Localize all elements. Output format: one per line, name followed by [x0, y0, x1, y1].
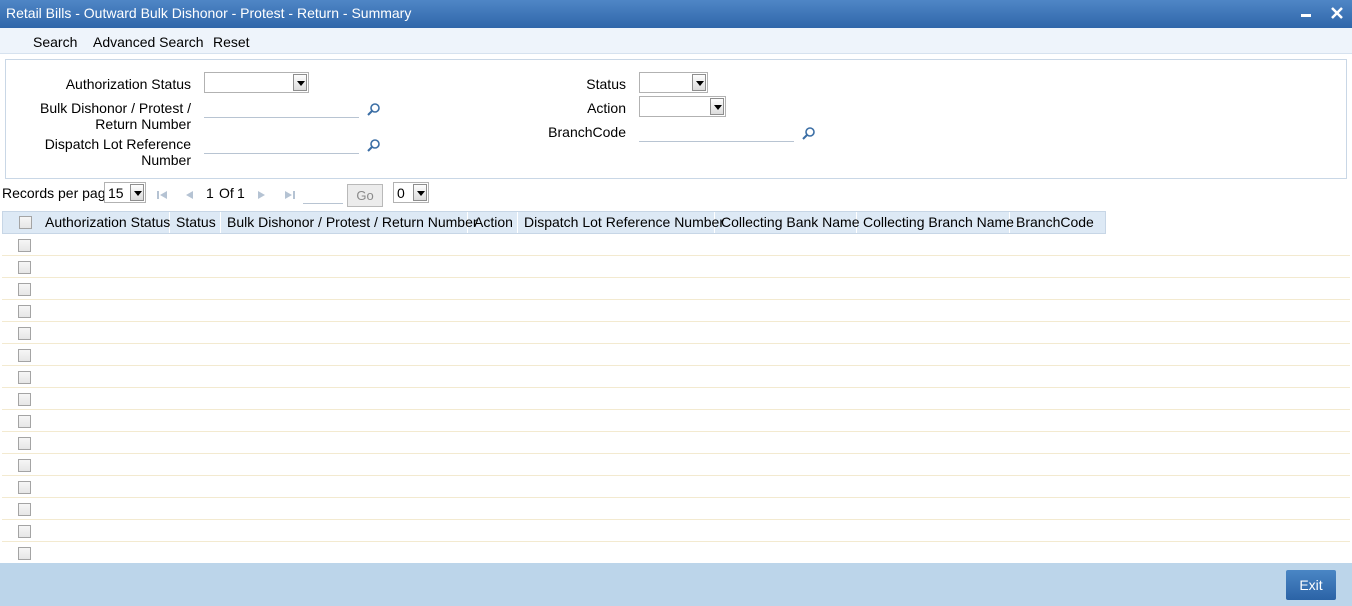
- row-checkbox[interactable]: [18, 371, 31, 384]
- search-lens-icon[interactable]: [367, 138, 381, 152]
- total-pages: 1: [237, 185, 245, 201]
- column-header-collecting-branch[interactable]: Collecting Branch Name: [857, 212, 1014, 233]
- column-header-collecting-bank[interactable]: Collecting Bank Name: [715, 212, 860, 233]
- bulk-number-label: Bulk Dishonor / Protest / Return Number: [40, 100, 191, 132]
- page-jump-select[interactable]: 0: [393, 182, 429, 203]
- results-table-header: Authorization Status Status Bulk Dishono…: [2, 211, 1106, 234]
- branch-code-input[interactable]: [639, 122, 794, 142]
- row-checkbox[interactable]: [18, 481, 31, 494]
- row-checkbox[interactable]: [18, 327, 31, 340]
- last-page-icon[interactable]: [284, 189, 296, 201]
- row-checkbox[interactable]: [18, 415, 31, 428]
- next-page-icon[interactable]: [256, 189, 268, 201]
- table-row[interactable]: [2, 542, 1350, 564]
- records-per-page-select[interactable]: 15: [104, 182, 146, 203]
- table-row[interactable]: [2, 432, 1350, 454]
- minimize-icon: [1301, 14, 1311, 17]
- row-checkbox[interactable]: [18, 239, 31, 252]
- search-menu-item[interactable]: Search: [33, 34, 77, 50]
- row-checkbox[interactable]: [18, 525, 31, 538]
- advanced-search-menu-item[interactable]: Advanced Search: [93, 34, 204, 50]
- column-header-authorization-status[interactable]: Authorization Status: [39, 212, 170, 233]
- chevron-down-icon: [130, 184, 144, 201]
- table-row[interactable]: [2, 410, 1350, 432]
- table-row[interactable]: [2, 498, 1350, 520]
- row-checkbox[interactable]: [18, 393, 31, 406]
- page-number-input[interactable]: [303, 184, 343, 204]
- dispatch-lot-input[interactable]: [204, 134, 359, 154]
- records-per-page-label: Records per page: [2, 185, 114, 201]
- row-checkbox[interactable]: [18, 459, 31, 472]
- status-select[interactable]: [639, 72, 708, 93]
- window-title: Retail Bills - Outward Bulk Dishonor - P…: [6, 5, 412, 21]
- table-row[interactable]: [2, 344, 1350, 366]
- table-row[interactable]: [2, 454, 1350, 476]
- table-row[interactable]: [2, 300, 1350, 322]
- row-checkbox[interactable]: [18, 349, 31, 362]
- table-row[interactable]: [2, 388, 1350, 410]
- row-checkbox[interactable]: [18, 261, 31, 274]
- previous-page-icon[interactable]: [183, 189, 195, 201]
- bulk-number-input[interactable]: [204, 98, 359, 118]
- row-checkbox[interactable]: [18, 305, 31, 318]
- row-checkbox[interactable]: [18, 503, 31, 516]
- footer-bar: [0, 563, 1352, 606]
- search-lens-icon[interactable]: [802, 126, 816, 140]
- column-header-branch-code[interactable]: BranchCode: [1010, 212, 1105, 233]
- dispatch-lot-label: Dispatch Lot Reference Number: [44, 136, 191, 168]
- close-icon: [1331, 7, 1343, 19]
- pagination-bar: Records per page: [0, 181, 1352, 209]
- chevron-down-icon: [692, 74, 706, 91]
- column-header-bulk-number[interactable]: Bulk Dishonor / Protest / Return Number: [221, 212, 478, 233]
- table-row[interactable]: [2, 278, 1350, 300]
- search-lens-icon[interactable]: [367, 102, 381, 116]
- menu-bar: Search Advanced Search Reset: [0, 28, 1352, 54]
- authorization-status-label: Authorization Status: [65, 76, 191, 92]
- table-row[interactable]: [2, 520, 1350, 542]
- status-label: Status: [586, 76, 626, 92]
- current-page: 1: [206, 185, 214, 201]
- select-all-checkbox[interactable]: [19, 216, 32, 229]
- table-row[interactable]: [2, 234, 1350, 256]
- minimize-button[interactable]: [1297, 4, 1315, 22]
- title-bar: Retail Bills - Outward Bulk Dishonor - P…: [0, 0, 1352, 28]
- column-header-dispatch-lot[interactable]: Dispatch Lot Reference Number: [518, 212, 724, 233]
- first-page-icon[interactable]: [156, 189, 168, 201]
- go-button[interactable]: Go: [347, 184, 383, 207]
- action-select[interactable]: [639, 96, 726, 117]
- reset-menu-item[interactable]: Reset: [213, 34, 250, 50]
- row-checkbox[interactable]: [18, 547, 31, 560]
- close-button[interactable]: [1328, 4, 1346, 22]
- column-header-action[interactable]: Action: [468, 212, 518, 233]
- chevron-down-icon: [293, 74, 307, 91]
- table-row[interactable]: [2, 322, 1350, 344]
- authorization-status-select[interactable]: [204, 72, 309, 93]
- chevron-down-icon: [710, 98, 724, 115]
- chevron-down-icon: [413, 184, 427, 201]
- column-header-status[interactable]: Status: [170, 212, 221, 233]
- action-label: Action: [587, 100, 626, 116]
- exit-button[interactable]: Exit: [1286, 570, 1336, 600]
- table-row[interactable]: [2, 366, 1350, 388]
- row-checkbox[interactable]: [18, 283, 31, 296]
- row-checkbox[interactable]: [18, 437, 31, 450]
- table-row[interactable]: [2, 476, 1350, 498]
- of-label: Of: [219, 185, 234, 201]
- branch-code-label: BranchCode: [548, 124, 626, 140]
- table-row[interactable]: [2, 256, 1350, 278]
